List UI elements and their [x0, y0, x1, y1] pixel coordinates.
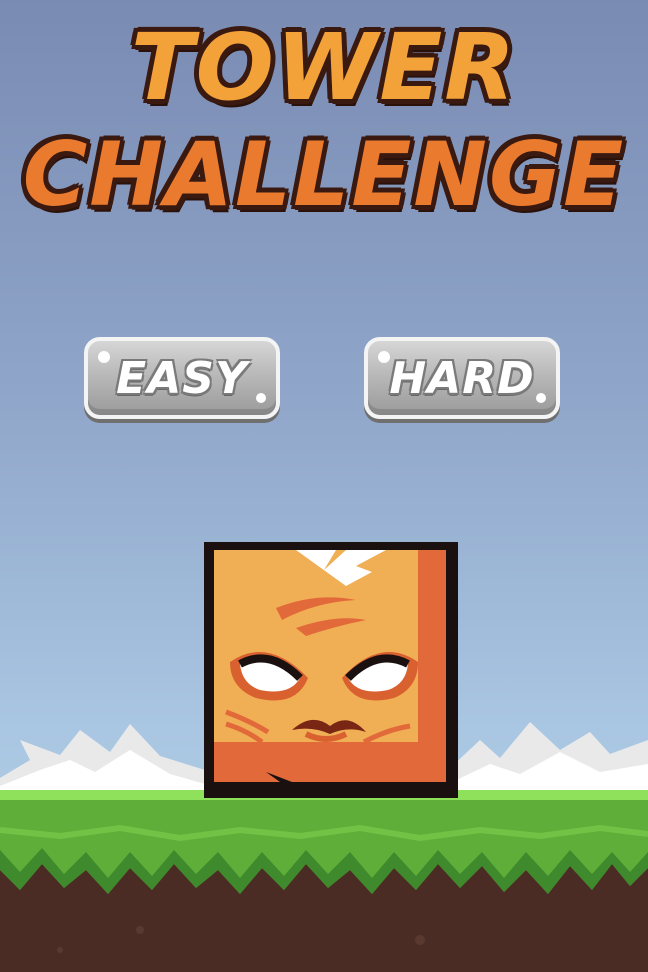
button-shine-dot — [98, 351, 110, 363]
easy-button-label: EASY — [116, 352, 248, 404]
hard-button[interactable]: HARD — [364, 337, 560, 419]
button-shine-dot — [536, 393, 546, 403]
button-shine-dot — [256, 393, 266, 403]
easy-button[interactable]: EASY — [84, 337, 280, 419]
game-title-line-1: TOWER — [130, 14, 518, 121]
game-scene: TOWER CHALLENGE EASY HARD — [0, 0, 648, 972]
hard-button-label: HARD — [389, 352, 535, 404]
game-title-line-2: CHALLENGE — [22, 123, 626, 226]
grass-ground — [0, 790, 648, 972]
angry-orange-block-icon — [204, 542, 458, 798]
button-shine-dot — [378, 351, 390, 363]
